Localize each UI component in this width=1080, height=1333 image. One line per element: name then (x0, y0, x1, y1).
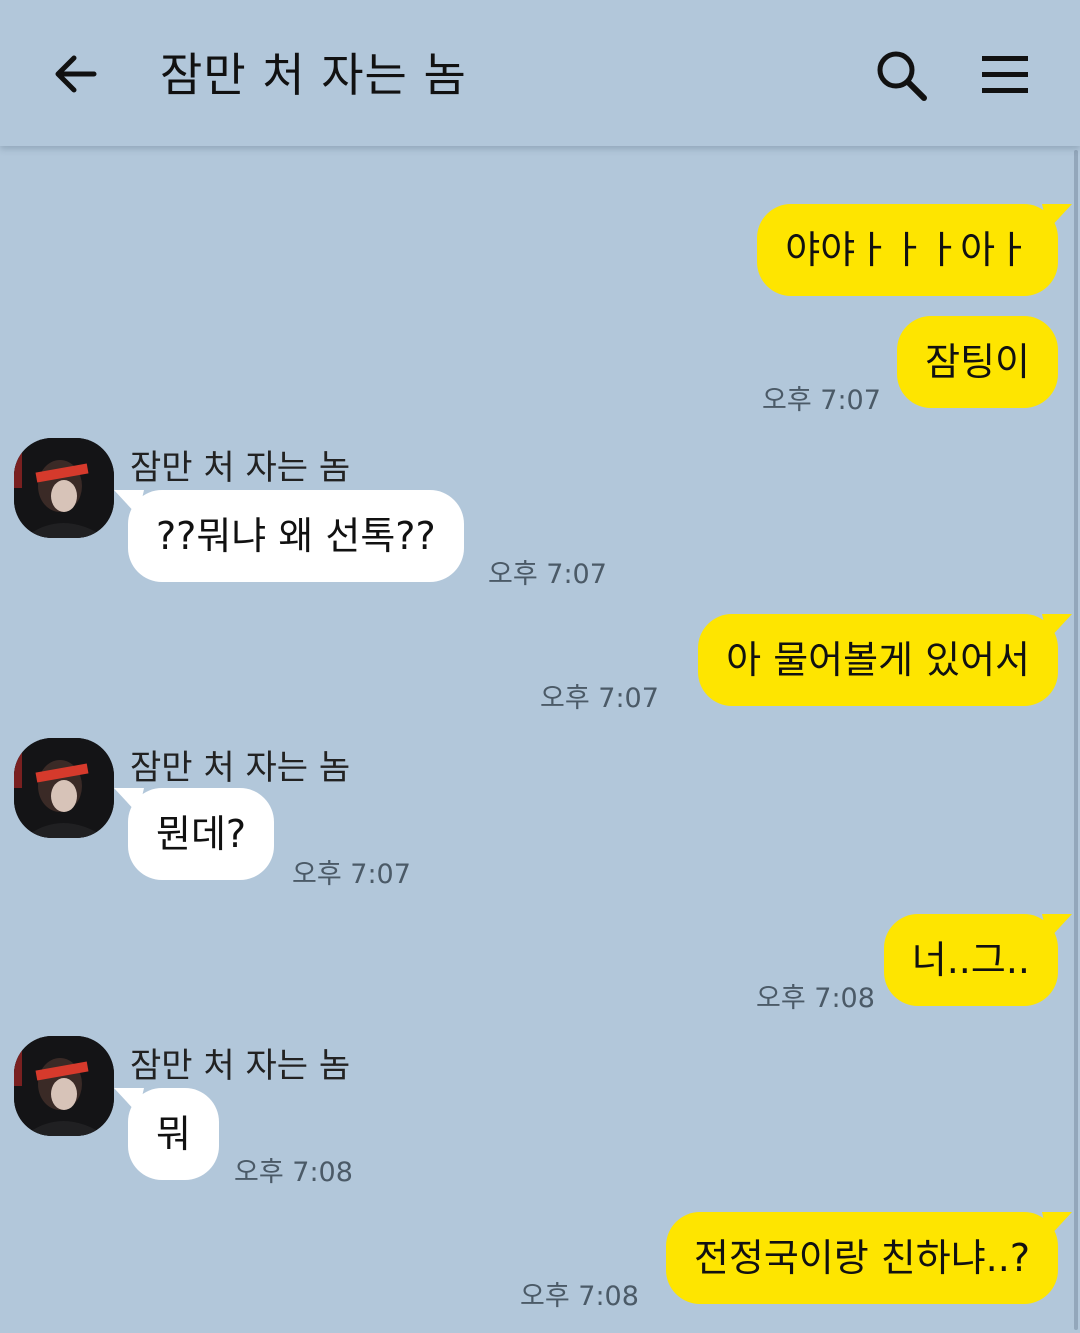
sender-name: 잠만 처 자는 놈 (130, 1046, 351, 1086)
my-message-bubble[interactable]: 잠팅이 (897, 316, 1058, 408)
their-message-bubble[interactable]: 뭔데? (114, 788, 275, 880)
chat-header: 잠만 처 자는 놈 (0, 0, 1080, 146)
arrow-left-icon[interactable] (48, 46, 104, 102)
bubble-tail (1042, 204, 1072, 230)
scrollbar[interactable] (1072, 146, 1080, 1333)
bubble-tail (1042, 614, 1072, 640)
avatar[interactable] (14, 738, 114, 838)
sender-name: 잠만 처 자는 놈 (130, 748, 351, 788)
message-text: 전정국이랑 친하냐..? (693, 1236, 1030, 1280)
their-message-bubble[interactable]: 뭐 (114, 1088, 219, 1180)
message-text: 야야ㅏㅏㅏ아ㅏ (785, 228, 1030, 272)
bubble-tail (114, 788, 144, 814)
message-time: 오후 7:07 (762, 385, 881, 416)
chat-area[interactable]: 야야ㅏㅏㅏ아ㅏ 잠팅이 오후 7:07 잠만 처 자는 놈 ??뭐냐 왜 선톡?… (0, 146, 1072, 1333)
my-message-bubble[interactable]: 전정국이랑 친하냐..? (665, 1212, 1072, 1304)
message-time: 오후 7:07 (488, 559, 607, 590)
message-time: 오후 7:08 (234, 1157, 353, 1188)
message-time: 오후 7:08 (756, 983, 875, 1014)
chat-title: 잠만 처 자는 놈 (160, 48, 467, 102)
message-text: 뭔데? (156, 812, 247, 856)
bubble-tail (1042, 914, 1072, 940)
hamburger-menu-icon[interactable] (980, 52, 1032, 98)
message-time: 오후 7:07 (540, 683, 659, 714)
message-text: 아 물어볼게 있어서 (726, 638, 1030, 682)
my-message-bubble[interactable]: 너..그.. (883, 914, 1072, 1006)
their-message-bubble[interactable]: ??뭐냐 왜 선톡?? (114, 490, 464, 582)
search-icon[interactable] (872, 46, 930, 104)
message-text: 뭐 (156, 1112, 191, 1156)
message-text: 너..그.. (911, 938, 1030, 982)
my-message-bubble[interactable]: 아 물어볼게 있어서 (698, 614, 1072, 706)
my-message-bubble[interactable]: 야야ㅏㅏㅏ아ㅏ (757, 204, 1072, 296)
scrollbar-thumb[interactable] (1074, 150, 1078, 1330)
message-time: 오후 7:07 (292, 859, 411, 890)
sender-name: 잠만 처 자는 놈 (130, 448, 351, 488)
bubble-tail (114, 1088, 144, 1114)
bubble-tail (114, 490, 144, 516)
avatar[interactable] (14, 438, 114, 538)
avatar[interactable] (14, 1036, 114, 1136)
message-time: 오후 7:08 (520, 1281, 639, 1312)
bubble-tail (1042, 1212, 1072, 1238)
message-text: 잠팅이 (925, 340, 1030, 384)
message-text: ??뭐냐 왜 선톡?? (156, 514, 436, 558)
